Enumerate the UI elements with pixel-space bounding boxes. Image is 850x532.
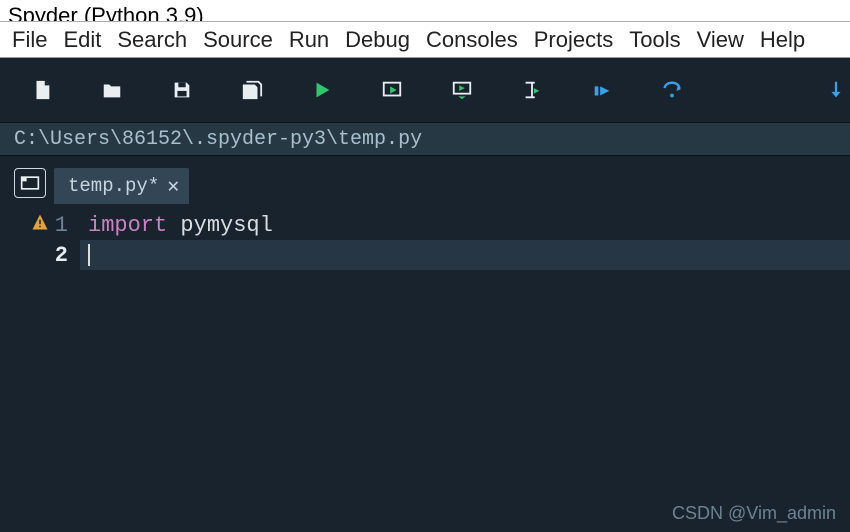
new-file-button[interactable]: [28, 76, 56, 104]
download-icon: [825, 79, 847, 101]
gutter-line-2: 2: [0, 240, 80, 270]
code-line-1[interactable]: import pymysql: [80, 210, 850, 240]
run-icon: [311, 79, 333, 101]
run-cell-icon: [381, 79, 403, 101]
save-button[interactable]: [168, 76, 196, 104]
menu-edit[interactable]: Edit: [57, 25, 107, 55]
app-title: Spyder (Python 3.9): [8, 3, 204, 22]
save-all-button[interactable]: [238, 76, 266, 104]
menu-view[interactable]: View: [691, 25, 750, 55]
save-all-icon: [241, 79, 263, 101]
editor[interactable]: 1 2 import pymysql: [0, 204, 850, 532]
debug-button[interactable]: [588, 76, 616, 104]
watermark: CSDN @Vim_admin: [672, 503, 836, 524]
run-cell-button[interactable]: [378, 76, 406, 104]
run-cell-advance-button[interactable]: [448, 76, 476, 104]
open-folder-button[interactable]: [98, 76, 126, 104]
browse-tabs-button[interactable]: [14, 168, 46, 198]
pathbar: C:\Users\86152\.spyder-py3\temp.py: [0, 122, 850, 156]
menubar: File Edit Search Source Run Debug Consol…: [0, 22, 850, 58]
open-folder-icon: [101, 79, 123, 101]
run-selection-icon: [521, 79, 543, 101]
gutter-line-1: 1: [0, 210, 80, 240]
tab-close-button[interactable]: ✕: [167, 173, 179, 199]
new-file-icon: [31, 79, 53, 101]
menu-projects[interactable]: Projects: [528, 25, 619, 55]
file-path: C:\Users\86152\.spyder-py3\temp.py: [14, 128, 422, 151]
menu-search[interactable]: Search: [111, 25, 193, 55]
run-button[interactable]: [308, 76, 336, 104]
titlebar: Spyder (Python 3.9): [0, 0, 850, 22]
code-area[interactable]: import pymysql: [80, 204, 850, 532]
menu-debug[interactable]: Debug: [339, 25, 416, 55]
download-button[interactable]: [822, 76, 850, 104]
browse-tabs-icon: [20, 175, 40, 191]
line-number: 2: [55, 243, 68, 268]
menu-consoles[interactable]: Consoles: [420, 25, 524, 55]
menu-help[interactable]: Help: [754, 25, 811, 55]
menu-run[interactable]: Run: [283, 25, 335, 55]
tab-label: temp.py*: [68, 175, 159, 197]
tabstrip: temp.py* ✕: [0, 156, 850, 204]
line-number: 1: [55, 213, 68, 238]
run-cell-advance-icon: [451, 79, 473, 101]
tab-temp-py[interactable]: temp.py* ✕: [54, 168, 189, 204]
debug-step-icon: [661, 79, 683, 101]
token-ident: pymysql: [180, 213, 272, 238]
menu-file[interactable]: File: [6, 25, 53, 55]
menu-tools[interactable]: Tools: [623, 25, 686, 55]
code-line-2[interactable]: [80, 240, 850, 270]
save-icon: [171, 79, 193, 101]
run-selection-button[interactable]: [518, 76, 546, 104]
token-keyword: import: [88, 213, 180, 238]
text-cursor: [88, 244, 90, 266]
debug-step-button[interactable]: [658, 76, 686, 104]
toolbar: [0, 58, 850, 122]
debug-icon: [591, 79, 613, 101]
gutter: 1 2: [0, 204, 80, 532]
menu-source[interactable]: Source: [197, 25, 279, 55]
warning-icon: [31, 213, 49, 238]
